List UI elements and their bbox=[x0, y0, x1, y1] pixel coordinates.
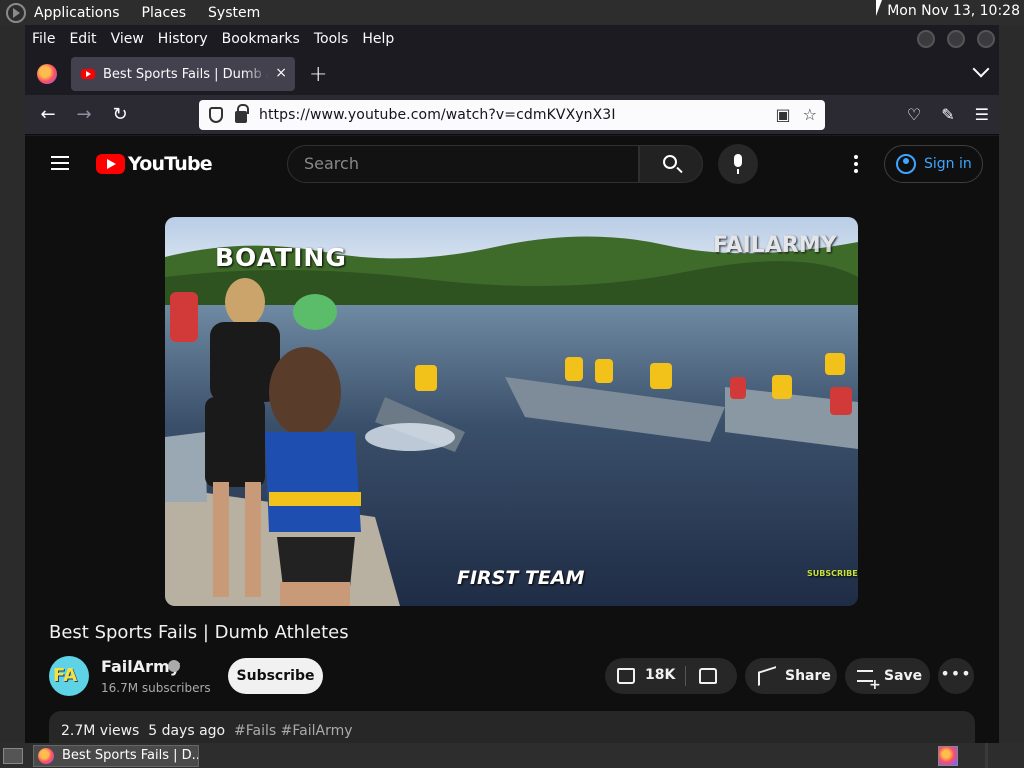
sign-in-button[interactable]: Sign in bbox=[884, 145, 983, 183]
youtube-header: YouTube Search Sign in bbox=[25, 136, 999, 192]
view-count: 2.7M views bbox=[61, 723, 140, 739]
share-arrow-icon bbox=[758, 666, 776, 686]
workspace-firefox-icon[interactable] bbox=[938, 746, 958, 766]
share-label: Share bbox=[785, 668, 831, 684]
search-button[interactable] bbox=[639, 145, 703, 183]
back-arrow-icon[interactable]: ← bbox=[30, 104, 66, 125]
video-player[interactable]: BOATING FAILARMY FIRST TEAM SUBSCRIBE bbox=[165, 217, 858, 606]
new-tab-button[interactable]: + bbox=[309, 62, 327, 87]
menu-tools[interactable]: Tools bbox=[314, 31, 349, 47]
list-all-tabs-chevron-icon[interactable] bbox=[972, 60, 990, 78]
clock[interactable]: Mon Nov 13, 10:28 bbox=[887, 3, 1020, 19]
reload-icon[interactable]: ↻ bbox=[102, 104, 138, 125]
pocket-icon[interactable]: ♡ bbox=[907, 105, 921, 124]
youtube-page: YouTube Search Sign in BOATING FAILARMY … bbox=[25, 136, 999, 743]
app-menu-hamburger-icon[interactable]: ☰ bbox=[975, 105, 989, 124]
like-divider bbox=[685, 666, 686, 686]
subscribe-button[interactable]: Subscribe bbox=[228, 658, 323, 694]
tab-title: Best Sports Fails | Dumb Athletes bbox=[103, 66, 269, 82]
share-button[interactable]: Share bbox=[745, 658, 837, 694]
upload-date: 5 days ago bbox=[148, 723, 226, 739]
url-bar[interactable]: https://www.youtube.com/watch?v=cdmKVXyn… bbox=[199, 100, 825, 130]
mouse-cursor-icon bbox=[876, 0, 882, 16]
taskbar-window-button[interactable]: Best Sports Fails | D... bbox=[33, 744, 199, 767]
url-text[interactable]: https://www.youtube.com/watch?v=cdmKVXyn… bbox=[259, 107, 616, 123]
panel-separator bbox=[985, 743, 988, 768]
channel-avatar[interactable]: FA bbox=[49, 656, 89, 696]
menu-view[interactable]: View bbox=[111, 31, 144, 47]
failarmy-watermark: FAILARMY bbox=[713, 233, 837, 258]
guide-menu-icon[interactable] bbox=[51, 156, 69, 170]
bottom-panel: Best Sports Fails | D... bbox=[0, 743, 1024, 768]
search-input[interactable]: Search bbox=[287, 145, 639, 183]
extensions-puzzle-icon[interactable]: ✎ bbox=[941, 105, 954, 124]
nav-bar: ← → ↻ https://www.youtube.com/watch?v=cd… bbox=[25, 95, 999, 135]
settings-kebab-icon[interactable] bbox=[854, 155, 858, 176]
lock-icon[interactable] bbox=[235, 104, 249, 123]
search-icon bbox=[663, 155, 677, 169]
minimize-button[interactable] bbox=[917, 30, 935, 48]
taskbar-window-title: Best Sports Fails | D... bbox=[62, 748, 198, 763]
menubar: File Edit View History Bookmarks Tools H… bbox=[25, 25, 999, 53]
tab-youtube[interactable]: Best Sports Fails | Dumb Athletes × bbox=[71, 57, 295, 91]
save-label: Save bbox=[884, 668, 923, 684]
video-caption: FIRST TEAM bbox=[457, 567, 585, 589]
window-controls bbox=[917, 30, 995, 48]
picture-in-picture-icon[interactable]: ▣ bbox=[776, 105, 791, 124]
account-circle-icon bbox=[896, 154, 916, 174]
menu-history[interactable]: History bbox=[158, 31, 208, 47]
menu-file[interactable]: File bbox=[32, 31, 55, 47]
forward-arrow-icon[interactable]: → bbox=[66, 104, 102, 125]
verified-check-icon bbox=[168, 660, 180, 672]
channel-avatar-text: FA bbox=[53, 665, 78, 686]
youtube-logo[interactable]: YouTube bbox=[96, 153, 213, 175]
description-box[interactable]: 2.7M views 5 days ago #Fails #FailArmy bbox=[49, 711, 975, 743]
bookmark-star-icon[interactable]: ☆ bbox=[803, 105, 817, 124]
hashtags[interactable]: #Fails #FailArmy bbox=[234, 723, 352, 739]
tracking-protection-shield-icon[interactable] bbox=[209, 107, 223, 123]
youtube-favicon-icon bbox=[81, 69, 95, 79]
firefox-task-icon bbox=[38, 747, 54, 764]
thumbs-up-icon[interactable] bbox=[617, 668, 635, 684]
video-title: Best Sports Fails | Dumb Athletes bbox=[49, 622, 349, 643]
top-panel: Applications Places System Mon Nov 13, 1… bbox=[0, 0, 1024, 25]
firefox-view-icon[interactable] bbox=[37, 64, 57, 84]
tab-bar: Best Sports Fails | Dumb Athletes × + bbox=[25, 53, 999, 95]
youtube-play-logo-icon bbox=[96, 154, 125, 174]
youtube-wordmark: YouTube bbox=[128, 153, 213, 175]
sign-in-label: Sign in bbox=[924, 156, 972, 172]
tab-close-icon[interactable]: × bbox=[275, 65, 287, 81]
system-menu[interactable]: System bbox=[208, 5, 260, 21]
like-dislike-bar: 18K bbox=[605, 658, 737, 694]
video-overlay-boating: BOATING bbox=[215, 243, 347, 272]
subscribe-badge: SUBSCRIBE bbox=[807, 569, 858, 578]
video-frame bbox=[165, 217, 858, 606]
applications-menu[interactable]: Applications bbox=[34, 5, 120, 21]
places-menu[interactable]: Places bbox=[142, 5, 187, 21]
playlist-add-icon bbox=[857, 667, 881, 703]
subscriber-count: 16.7M subscribers bbox=[101, 681, 211, 695]
maximize-button[interactable] bbox=[947, 30, 965, 48]
thumbs-down-icon[interactable] bbox=[699, 668, 717, 684]
voice-search-mic-icon[interactable] bbox=[718, 144, 758, 184]
save-button[interactable]: Save bbox=[845, 658, 930, 703]
close-window-button[interactable] bbox=[977, 30, 995, 48]
menu-bookmarks[interactable]: Bookmarks bbox=[222, 31, 300, 47]
menu-help[interactable]: Help bbox=[362, 31, 394, 47]
firefox-window: File Edit View History Bookmarks Tools H… bbox=[25, 25, 999, 743]
more-actions-icon[interactable]: ••• bbox=[938, 658, 974, 694]
show-desktop-icon[interactable] bbox=[3, 747, 23, 764]
menu-edit[interactable]: Edit bbox=[69, 31, 96, 47]
gnome-logo-icon[interactable] bbox=[6, 2, 26, 23]
like-count[interactable]: 18K bbox=[645, 667, 675, 683]
